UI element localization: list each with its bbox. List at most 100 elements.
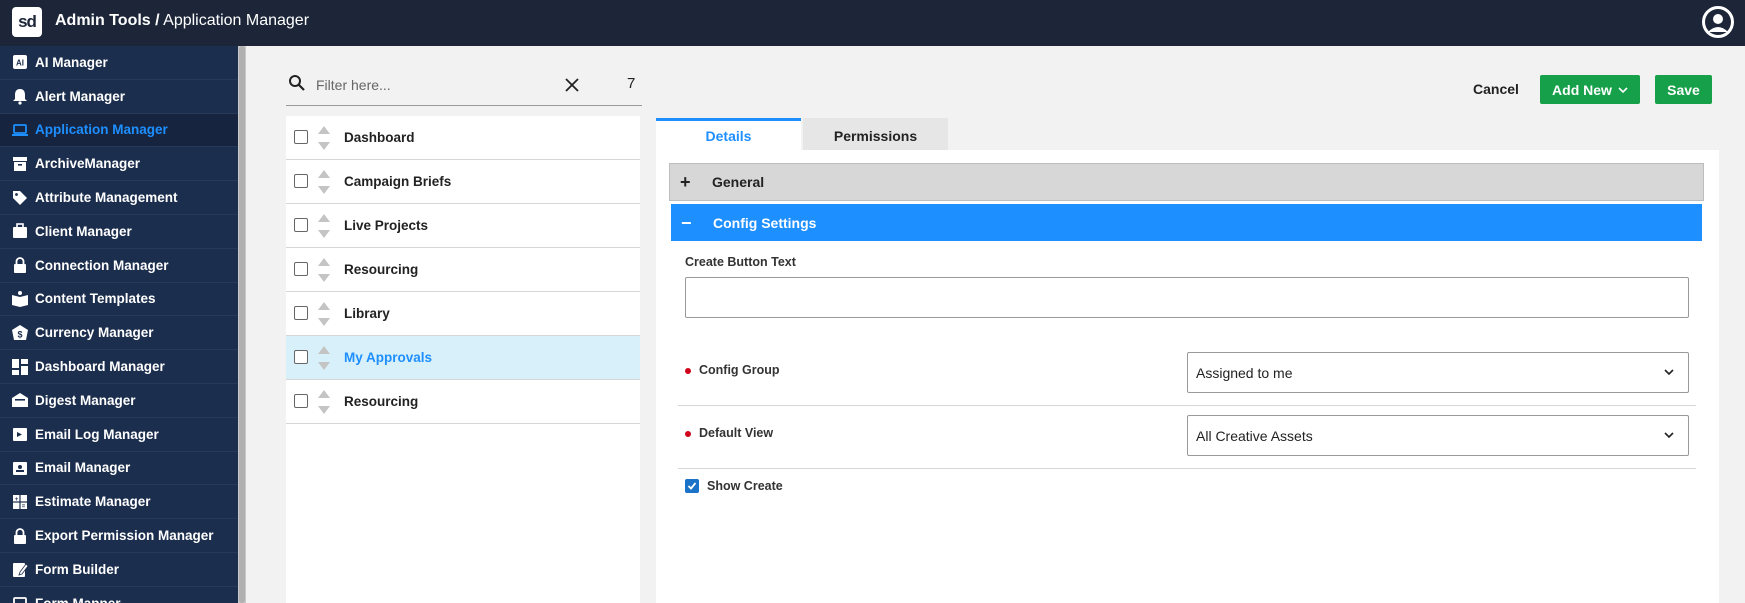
details-panel: + General − Config Settings Create Butto… <box>656 150 1719 603</box>
default-view-label: Default View <box>685 426 773 440</box>
list-item[interactable]: Resourcing <box>286 380 640 424</box>
cancel-button[interactable]: Cancel <box>1459 74 1533 104</box>
list-item[interactable]: Live Projects <box>286 204 640 248</box>
sidebar-item-attribute-management[interactable]: Attribute Management <box>0 181 238 215</box>
required-indicator <box>685 367 691 374</box>
sidebar-item-currency-manager[interactable]: $ Currency Manager <box>0 316 238 351</box>
list-item-label: Live Projects <box>344 218 429 233</box>
divider <box>678 468 1696 469</box>
config-group-label-text: Config Group <box>699 363 780 377</box>
row-checkbox[interactable] <box>294 262 308 276</box>
application-list: Dashboard Campaign Briefs Live Projects Res… <box>286 116 640 603</box>
sidebar-item-content-templates[interactable]: Content Templates <box>0 283 238 317</box>
svg-text:AI: AI <box>16 59 24 68</box>
top-bar: sd Admin Tools / Application Manager <box>0 0 1745 46</box>
chevron-down-icon <box>1664 432 1674 439</box>
list-item-label: Dashboard <box>344 130 415 145</box>
sidebar-item-email-manager[interactable]: Email Manager <box>0 452 238 486</box>
list-item-label: Campaign Briefs <box>344 174 452 189</box>
sidebar-item-alert-manager[interactable]: Alert Manager <box>0 80 238 114</box>
sidebar-item-label: Form Builder <box>35 561 120 577</box>
filter-bar: 7 <box>286 66 642 106</box>
row-checkbox[interactable] <box>294 218 308 232</box>
reorder-arrows-icon[interactable] <box>316 168 332 196</box>
sidebar-item-digest-manager[interactable]: Digest Manager <box>0 384 238 418</box>
row-checkbox[interactable] <box>294 394 308 408</box>
checkmark-icon <box>687 482 697 490</box>
list-item[interactable]: Dashboard <box>286 116 640 160</box>
sidebar-item-estimate-manager[interactable]: + = Estimate Manager <box>0 485 238 520</box>
sidebar-item-connection-manager[interactable]: Connection Manager <box>0 249 238 283</box>
config-group-label: Config Group <box>685 363 780 377</box>
sidebar-item-dashboard-manager[interactable]: Dashboard Manager <box>0 350 238 384</box>
config-group-value: Assigned to me <box>1196 364 1293 381</box>
save-button[interactable]: Save <box>1655 75 1712 104</box>
divider <box>678 405 1696 406</box>
sidebar-item-client-manager[interactable]: Client Manager <box>0 215 238 249</box>
email-log-icon <box>10 424 30 444</box>
svg-text:+: + <box>15 497 19 503</box>
config-group-select[interactable]: Assigned to me <box>1187 352 1689 393</box>
reorder-arrows-icon[interactable] <box>316 124 332 152</box>
accordion-config-title: Config Settings <box>713 214 817 231</box>
reorder-arrows-icon[interactable] <box>316 388 332 416</box>
create-button-text-label: Create Button Text <box>685 255 796 269</box>
row-checkbox[interactable] <box>294 350 308 364</box>
sidebar-item-form-builder[interactable]: Form Builder <box>0 553 238 587</box>
sidebar-scrollbar[interactable] <box>238 46 246 603</box>
tab-details[interactable]: Details <box>656 118 801 150</box>
row-checkbox[interactable] <box>294 130 308 144</box>
filter-input[interactable] <box>316 74 516 96</box>
add-new-button[interactable]: Add New <box>1540 75 1640 104</box>
book-icon <box>10 289 30 309</box>
list-item[interactable]: Campaign Briefs <box>286 160 640 204</box>
user-avatar[interactable] <box>1702 6 1734 38</box>
reorder-arrows-icon[interactable] <box>316 344 332 372</box>
main-content: 7 Dashboard Campaign Briefs Live Projects R… <box>254 46 1745 603</box>
sidebar-item-label: Content Templates <box>35 291 156 307</box>
sidebar-item-label: ArchiveManager <box>35 156 141 172</box>
briefcase-icon <box>10 221 30 241</box>
show-create-checkbox[interactable] <box>685 479 699 493</box>
breadcrumb-section[interactable]: Admin Tools / <box>55 12 160 29</box>
tab-permissions[interactable]: Permissions <box>803 118 948 150</box>
currency-icon: $ <box>10 323 30 343</box>
show-create-label: Show Create <box>707 479 783 493</box>
ai-icon: AI <box>10 52 30 72</box>
digest-icon <box>10 390 30 410</box>
sidebar-item-form-mapper[interactable]: Form Mapper <box>0 587 238 603</box>
sidebar-item-label: Application Manager <box>35 122 168 138</box>
chevron-down-icon <box>1664 369 1674 376</box>
reorder-arrows-icon[interactable] <box>316 212 332 240</box>
sidebar-item-export-permission-manager[interactable]: Export Permission Manager <box>0 519 238 553</box>
expand-icon: + <box>680 172 691 192</box>
sidebar-item-ai-manager[interactable]: AI AI Manager <box>0 46 238 80</box>
create-button-text-input[interactable] <box>685 277 1689 318</box>
user-icon <box>1705 9 1731 35</box>
list-item-label: Resourcing <box>344 262 419 277</box>
filter-count: 7 <box>627 75 636 92</box>
reorder-arrows-icon[interactable] <box>316 300 332 328</box>
dashboard-icon <box>10 357 30 377</box>
sidebar-item-application-manager[interactable]: Application Manager <box>0 113 238 148</box>
sidebar-item-archivemanager[interactable]: ArchiveManager <box>0 147 238 182</box>
row-checkbox[interactable] <box>294 174 308 188</box>
bell-icon <box>10 86 30 106</box>
app-logo[interactable]: sd <box>12 7 42 37</box>
sidebar: AI AI Manager Alert Manager Application Man… <box>0 46 246 603</box>
accordion-config-settings[interactable]: − Config Settings <box>671 204 1702 241</box>
reorder-arrows-icon[interactable] <box>316 256 332 284</box>
accordion-general[interactable]: + General <box>669 163 1704 201</box>
list-item[interactable]: Library <box>286 292 640 336</box>
sidebar-item-email-log-manager[interactable]: Email Log Manager <box>0 418 238 452</box>
list-item[interactable]: My Approvals <box>286 336 640 380</box>
row-checkbox[interactable] <box>294 306 308 320</box>
sidebar-item-label: Client Manager <box>35 223 132 239</box>
sidebar-item-label: Estimate Manager <box>35 494 151 510</box>
default-view-select[interactable]: All Creative Assets <box>1187 415 1689 456</box>
default-view-label-text: Default View <box>699 426 774 440</box>
list-item[interactable]: Resourcing <box>286 248 640 292</box>
sidebar-item-label: Currency Manager <box>35 325 154 341</box>
clear-filter-button[interactable] <box>562 75 582 95</box>
archive-icon <box>10 154 30 174</box>
